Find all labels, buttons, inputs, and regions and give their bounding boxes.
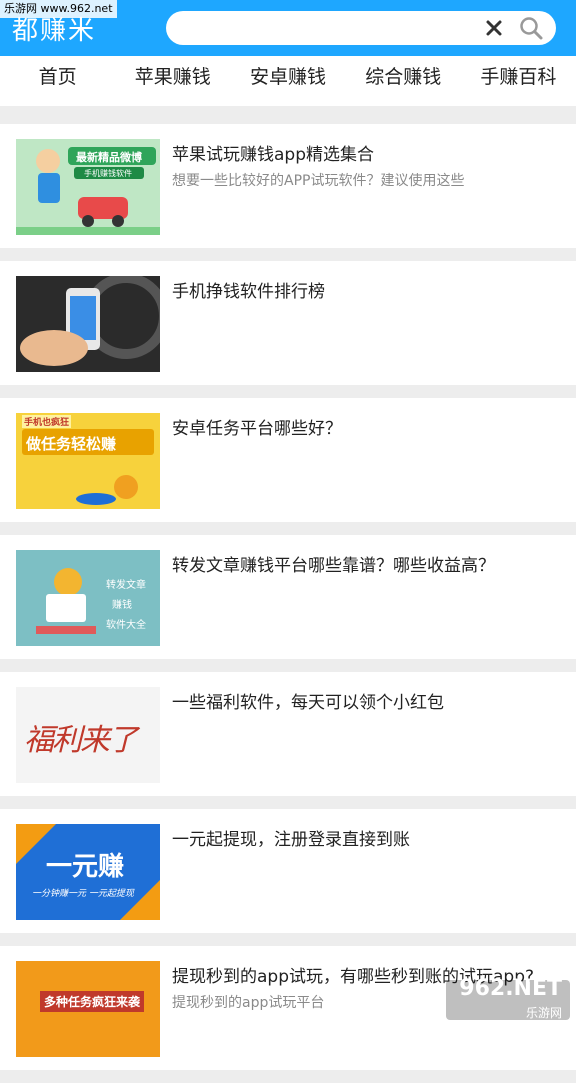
thumb-line3: 软件大全 <box>106 620 146 631</box>
thumb-main-text: 做任务轻松赚 <box>26 435 117 453</box>
list-item[interactable]: 最新精品微博 手机赚钱软件 苹果试玩赚钱app精选集合 想要一些比较好的APP试… <box>0 124 576 248</box>
site-watermark: 乐游网 www.962.net <box>0 0 117 18</box>
thumb-line2: 赚钱 <box>112 600 132 611</box>
thumb-line1: 转发文章 <box>106 580 146 591</box>
article-thumbnail: 福利来了 <box>16 687 160 783</box>
thumb-main-text: 一元赚 <box>46 852 125 882</box>
thumb-banner-text: 最新精品微博 <box>76 151 142 164</box>
list-item[interactable]: 手机挣钱软件排行榜 <box>0 261 576 385</box>
tab-wiki[interactable]: 手赚百科 <box>461 56 576 106</box>
phone-in-car-image <box>16 276 160 372</box>
list-item[interactable]: 福利来了 一些福利软件，每天可以领个小红包 <box>0 672 576 796</box>
thumb-main-text: 多种任务疯狂来袭 <box>40 991 145 1012</box>
category-nav: 首页 苹果赚钱 安卓赚钱 综合赚钱 手赚百科 <box>0 56 576 106</box>
article-summary: 想要一些比较好的APP试玩软件？建议使用这些 <box>172 173 465 189</box>
article-title[interactable]: 安卓任务平台哪些好？ <box>172 414 556 439</box>
article-thumbnail: 手机也疯狂 做任务轻松赚 <box>16 413 160 509</box>
list-item[interactable]: 手机也疯狂 做任务轻松赚 安卓任务平台哪些好？ <box>0 398 576 522</box>
article-thumbnail: 一元赚 一分钟赚一元 一元起提现 <box>16 824 160 920</box>
clear-icon[interactable] <box>482 16 506 40</box>
list-item[interactable]: 一元赚 一分钟赚一元 一元起提现 一元起提现，注册登录直接到账 <box>0 809 576 933</box>
search-bar[interactable] <box>166 11 556 45</box>
thumb-sub-text: 手机赚钱软件 <box>84 169 132 178</box>
tab-home[interactable]: 首页 <box>0 56 115 106</box>
tab-android[interactable]: 安卓赚钱 <box>230 56 345 106</box>
list-item[interactable]: 转发文章 赚钱 软件大全 转发文章赚钱平台哪些靠谱？哪些收益高？ <box>0 535 576 659</box>
article-title[interactable]: 一些福利软件，每天可以领个小红包 <box>172 688 556 713</box>
thumb-tag: 手机也疯狂 <box>22 415 72 428</box>
article-title[interactable]: 一元起提现，注册登录直接到账 <box>172 825 556 850</box>
article-list: 最新精品微博 手机赚钱软件 苹果试玩赚钱app精选集合 想要一些比较好的APP试… <box>0 124 576 1083</box>
thumb-main-text: 福利来了 <box>24 723 138 758</box>
tab-general[interactable]: 综合赚钱 <box>346 56 461 106</box>
search-icon[interactable] <box>518 15 544 41</box>
article-title[interactable]: 苹果试玩赚钱app精选集合 <box>172 140 556 165</box>
search-input[interactable] <box>180 17 470 39</box>
article-title[interactable]: 手机挣钱软件排行榜 <box>172 277 556 302</box>
article-thumbnail: 多种任务疯狂来袭 <box>16 961 160 1057</box>
thumb-sub-text: 一分钟赚一元 一元起提现 <box>32 889 134 899</box>
footer-watermark-small: 乐游网 <box>525 1006 562 1020</box>
article-thumbnail <box>16 276 160 372</box>
share-article-earn-image <box>16 550 160 646</box>
footer-watermark-big: 962.NET <box>459 976 562 1001</box>
article-title[interactable]: 转发文章赚钱平台哪些靠谱？哪些收益高？ <box>172 551 556 576</box>
tab-apple[interactable]: 苹果赚钱 <box>115 56 230 106</box>
article-thumbnail: 最新精品微博 手机赚钱软件 <box>16 139 160 235</box>
article-thumbnail: 转发文章 赚钱 软件大全 <box>16 550 160 646</box>
